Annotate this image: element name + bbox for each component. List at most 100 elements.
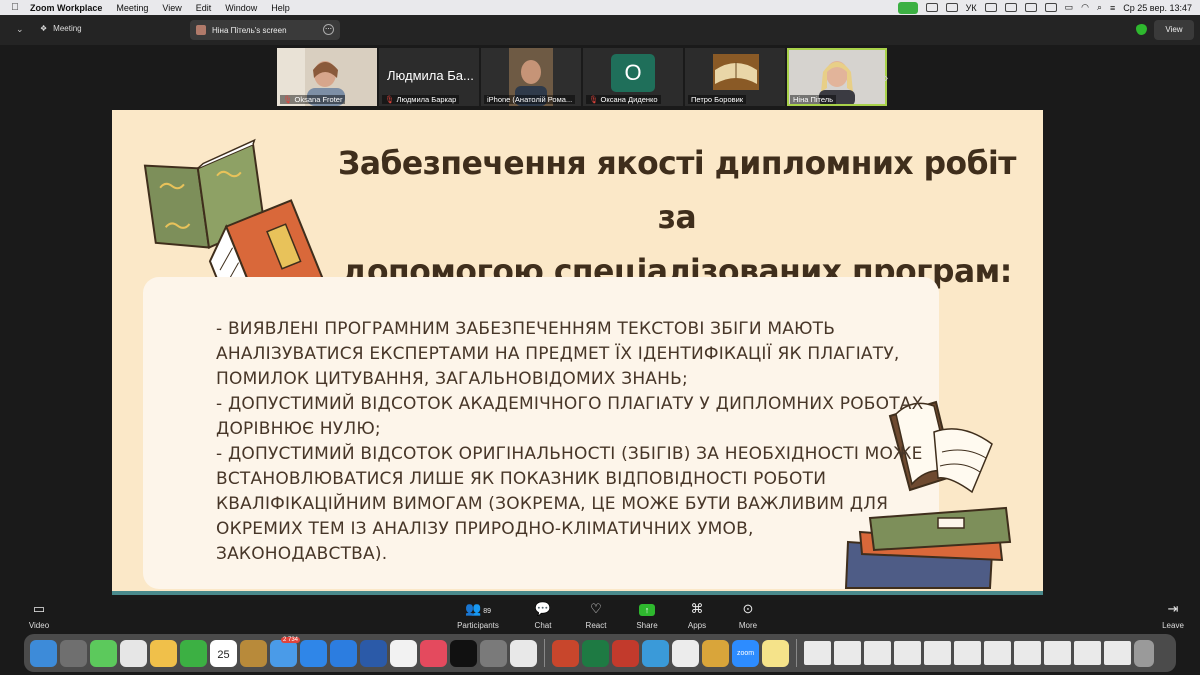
mac-menu-bar:  Zoom Workplace Meeting View Edit Windo… xyxy=(0,0,1200,15)
participant-tile[interactable]: 🎙 Oksana Froter xyxy=(277,48,377,106)
participant-tile-active-speaker[interactable]: Ніна Пітель xyxy=(787,48,887,106)
menu-edit[interactable]: Edit xyxy=(196,3,212,13)
activity-monitor-icon[interactable] xyxy=(510,639,537,667)
photos-icon[interactable] xyxy=(150,639,177,667)
chat-icon: 💬 xyxy=(534,601,552,616)
zoom-top-bar: ⌄ ❖ Meeting Ніна Пітель's screen ⋯ View xyxy=(0,15,1200,45)
clipboard-icon[interactable] xyxy=(1004,3,1017,12)
chevron-down-icon[interactable]: ⌄ xyxy=(16,24,24,35)
recent-document-icon[interactable] xyxy=(834,641,861,665)
word-icon[interactable] xyxy=(360,639,387,667)
tray-app-icon[interactable] xyxy=(945,3,958,12)
share-screen-icon: ↑ xyxy=(622,601,672,617)
slide-body-line: - ДОПУСТИМИЙ ВІДСОТОК АКАДЕМІЧНОГО ПЛАГІ… xyxy=(216,394,924,414)
menu-clock[interactable]: Ср 25 вер. 13:47 xyxy=(1123,3,1192,13)
leave-button[interactable]: ⇥ Leave xyxy=(1148,601,1198,630)
more-button[interactable]: ⊙ More xyxy=(723,601,773,630)
slide-bottom-border xyxy=(112,591,1043,595)
participant-tile[interactable]: O 🎙 Оксана Диденко xyxy=(583,48,683,106)
mail-icon[interactable]: 2 734 xyxy=(270,636,300,667)
telegram-icon[interactable] xyxy=(642,639,669,667)
battery-icon[interactable]: ▭ xyxy=(1065,2,1074,13)
menu-view[interactable]: View xyxy=(162,3,181,13)
recent-document-icon[interactable] xyxy=(804,641,831,665)
menu-help[interactable]: Help xyxy=(271,3,290,13)
mic-muted-icon: 🎙 xyxy=(589,95,599,104)
zoom-video-status-icon[interactable] xyxy=(897,1,918,14)
wifi-icon[interactable]: ◠ xyxy=(1081,2,1089,13)
textedit-icon[interactable] xyxy=(672,639,699,667)
powerpoint-icon[interactable] xyxy=(552,639,579,667)
participant-tile[interactable]: Людмила Ба... 🎙 Людмила Баркар xyxy=(379,48,479,106)
recent-document-icon[interactable] xyxy=(1104,641,1131,665)
messages-icon[interactable] xyxy=(90,639,117,667)
apple-tv-icon[interactable] xyxy=(450,639,477,667)
excel-icon[interactable] xyxy=(582,639,609,667)
chrome-icon[interactable] xyxy=(702,639,729,667)
participants-button[interactable]: 👥 89 Participants xyxy=(453,601,503,630)
system-settings-icon[interactable] xyxy=(480,639,507,667)
react-button[interactable]: ♡ React xyxy=(571,601,621,630)
participant-strip: 🎙 Oksana Froter Людмила Ба... 🎙 Людмила Ба… xyxy=(277,48,887,106)
menu-app-name[interactable]: Zoom Workplace xyxy=(30,3,102,13)
apple-icon[interactable]:  xyxy=(0,2,30,13)
menu-meeting[interactable]: Meeting xyxy=(116,3,148,13)
share-button[interactable]: ↑ Share xyxy=(622,601,672,630)
slide-body: - ВИЯВЛЕНІ ПРОГРАМНИМ ЗАБЕЗПЕЧЕННЯМ ТЕКС… xyxy=(216,317,924,567)
recent-document-icon[interactable] xyxy=(984,641,1011,665)
video-label: Video xyxy=(28,621,50,630)
recent-document-icon[interactable] xyxy=(954,641,981,665)
slide-body-line: ЗАКОНОДАВСТВА). xyxy=(216,544,388,564)
pdf-icon[interactable] xyxy=(1044,3,1057,12)
security-shield-icon[interactable] xyxy=(1136,24,1147,35)
recent-document-icon[interactable] xyxy=(1074,641,1101,665)
reminders-icon[interactable] xyxy=(390,639,417,667)
view-label: View xyxy=(1165,25,1183,34)
participant-name: 🎙 Людмила Баркар xyxy=(382,95,460,104)
more-options-icon[interactable]: ⋯ xyxy=(323,24,334,35)
music-icon[interactable] xyxy=(420,639,447,667)
slide-body-line: ПОМИЛОК ЦИТУВАННЯ, ЗАГАЛЬНОВІДОМИХ ЗНАНЬ… xyxy=(216,369,688,389)
safari-icon[interactable] xyxy=(300,639,327,667)
notes-app-icon[interactable] xyxy=(240,639,267,667)
meeting-toolbar: ▭ Video 👥 89 Participants 💬 Chat ♡ React … xyxy=(0,597,1200,633)
pdf-app-icon[interactable] xyxy=(612,639,639,667)
recent-document-icon[interactable] xyxy=(1044,641,1071,665)
video-button[interactable]: ▭ Video xyxy=(14,601,64,630)
stickies-icon[interactable] xyxy=(762,639,789,667)
meeting-label: Meeting xyxy=(53,24,82,33)
zoom-app-icon[interactable]: zoom xyxy=(732,639,759,667)
meeting-info[interactable]: ❖ Meeting xyxy=(40,24,82,33)
finder-icon[interactable] xyxy=(30,639,57,667)
shared-slide: Забезпечення якості дипломних робіт за д… xyxy=(112,110,1043,595)
app-store-icon[interactable] xyxy=(330,639,357,667)
recent-document-icon[interactable] xyxy=(924,641,951,665)
menu-window[interactable]: Window xyxy=(225,3,257,13)
participant-tile[interactable]: Петро Боровик xyxy=(685,48,785,106)
control-center-icon[interactable]: ≡ xyxy=(1110,3,1115,13)
launchpad-icon[interactable] xyxy=(60,639,87,667)
participant-initial-avatar: O xyxy=(611,54,655,92)
recent-document-icon[interactable] xyxy=(1014,641,1041,665)
participant-name: Петро Боровик xyxy=(688,95,747,104)
chat-button[interactable]: 💬 Chat xyxy=(518,601,568,630)
media-play-icon[interactable] xyxy=(1024,3,1037,12)
mic-muted-icon: 🎙 xyxy=(283,95,293,104)
recent-document-icon[interactable] xyxy=(894,641,921,665)
facetime-icon[interactable] xyxy=(180,639,207,667)
screen-mirroring-icon[interactable] xyxy=(984,3,997,12)
react-label: React xyxy=(585,621,607,630)
apps-icon: ⌘ xyxy=(690,601,704,616)
participant-tile[interactable]: iPhone (Анатолій Рома... xyxy=(481,48,581,106)
keyboard-layout[interactable]: УК xyxy=(966,3,977,13)
apps-button[interactable]: ⌘ Apps xyxy=(672,601,722,630)
calendar-icon[interactable]: 25 xyxy=(210,639,237,667)
recent-document-icon[interactable] xyxy=(864,641,891,665)
screen-share-pill[interactable]: Ніна Пітель's screen ⋯ xyxy=(190,20,340,40)
tray-app-icon[interactable] xyxy=(925,3,938,12)
maps-icon[interactable] xyxy=(120,639,147,667)
chevron-right-icon[interactable]: › xyxy=(884,70,888,85)
trash-icon[interactable] xyxy=(1134,639,1154,667)
view-button[interactable]: View xyxy=(1154,20,1194,40)
search-icon[interactable]: ⌕ xyxy=(1097,2,1102,13)
